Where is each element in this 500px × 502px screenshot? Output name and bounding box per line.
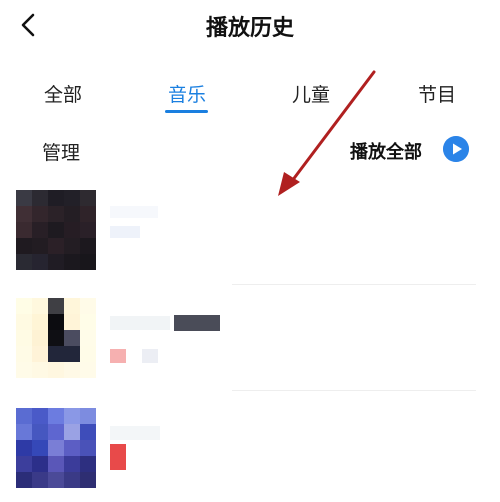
annotation-arrow (278, 70, 376, 196)
